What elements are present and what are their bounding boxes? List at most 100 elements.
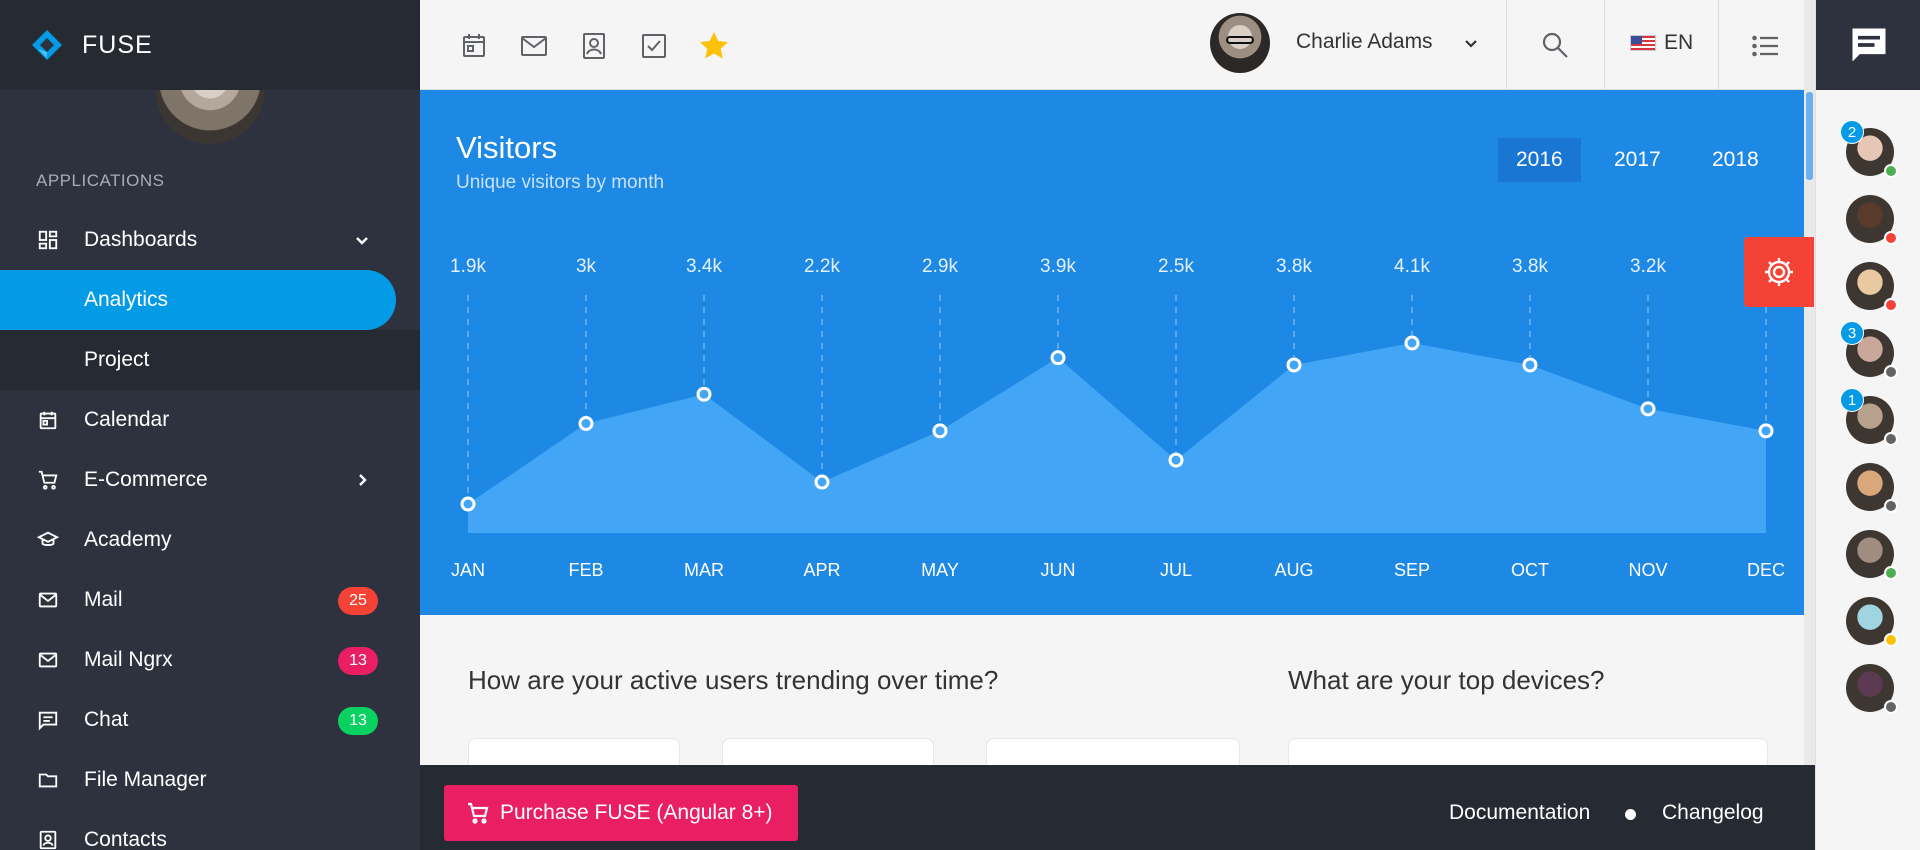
- quick-panel: 2 3 1: [1815, 0, 1920, 850]
- visitors-area: [468, 343, 1766, 533]
- top-devices-heading: What are your top devices?: [1288, 665, 1605, 695]
- chat-panel-toggle[interactable]: [1816, 0, 1920, 90]
- data-point[interactable]: [1522, 357, 1538, 373]
- documentation-link[interactable]: Documentation: [1449, 801, 1590, 825]
- contacts-icon[interactable]: [578, 30, 610, 62]
- sidebar-item-label: Project: [84, 348, 150, 371]
- unread-count-badge: 3: [1840, 321, 1864, 345]
- chat-icon: [36, 708, 60, 732]
- data-point[interactable]: [696, 386, 712, 402]
- scrollbar-thumb[interactable]: [1806, 92, 1813, 180]
- contact-avatar[interactable]: [1846, 262, 1898, 312]
- sidebar-nav: Dashboards Analytics Project Calendar E-…: [0, 210, 420, 850]
- sidebar-item-label: E-Commerce: [84, 468, 208, 491]
- x-tick-label: APR: [803, 560, 840, 580]
- status-indicator: [1884, 164, 1898, 178]
- sidebar-item-calendar[interactable]: Calendar: [0, 390, 420, 450]
- unread-count-badge: 1: [1840, 388, 1864, 412]
- data-point[interactable]: [460, 496, 476, 512]
- data-label: 3k: [576, 256, 597, 277]
- data-point[interactable]: [578, 416, 594, 431]
- calendar-icon[interactable]: [458, 30, 490, 62]
- footer: Purchase FUSE (Angular 8+) Documentation…: [420, 765, 1815, 850]
- year-button-2018[interactable]: 2018: [1694, 138, 1777, 182]
- contact-avatar[interactable]: 2: [1840, 120, 1898, 178]
- contact-avatar[interactable]: 1: [1840, 388, 1898, 446]
- sidebar-item-dashboards[interactable]: Dashboards: [0, 210, 420, 270]
- sidebar-item-label: Academy: [84, 528, 172, 551]
- search-icon[interactable]: [1540, 30, 1570, 60]
- settings-button[interactable]: [1744, 237, 1814, 307]
- contact-avatar[interactable]: 3: [1840, 321, 1898, 379]
- data-label: 2.2k: [804, 256, 840, 277]
- sidebar-item-label: Contacts: [84, 828, 167, 850]
- status-indicator: [1884, 499, 1898, 513]
- data-point[interactable]: [1640, 401, 1656, 417]
- purchase-button[interactable]: Purchase FUSE (Angular 8+): [444, 785, 798, 841]
- gear-icon: [1765, 258, 1793, 286]
- separator-dot: [1625, 809, 1636, 820]
- divider: [1506, 0, 1507, 90]
- active-users-heading: How are your active users trending over …: [468, 665, 999, 695]
- data-point[interactable]: [1168, 452, 1184, 468]
- fuse-logo-icon: [32, 30, 62, 60]
- x-tick-label: MAR: [684, 560, 724, 580]
- mail-icon: [36, 648, 60, 672]
- sidebar-item-file-manager[interactable]: File Manager: [0, 750, 420, 810]
- sidebar-item-mail[interactable]: Mail 25: [0, 570, 420, 630]
- year-button-2017[interactable]: 2017: [1596, 138, 1679, 182]
- mail-icon[interactable]: [518, 30, 550, 62]
- contact-avatar[interactable]: [1846, 195, 1898, 245]
- user-name[interactable]: Charlie Adams: [1296, 30, 1433, 54]
- calendar-icon: [36, 408, 60, 432]
- sidebar-item-mail-ngrx[interactable]: Mail Ngrx 13: [0, 630, 420, 690]
- x-tick-label: OCT: [1511, 560, 1549, 580]
- data-label: 3.8k: [1276, 256, 1312, 277]
- sidebar-item-label: Dashboards: [84, 228, 198, 251]
- contact-avatar[interactable]: [1846, 530, 1898, 580]
- status-indicator: [1884, 633, 1898, 647]
- sidebar-item-ecommerce[interactable]: E-Commerce: [0, 450, 420, 510]
- data-label: 3.9k: [1040, 256, 1076, 277]
- sidebar-item-academy[interactable]: Academy: [0, 510, 420, 570]
- star-icon[interactable]: [698, 30, 730, 62]
- data-point[interactable]: [932, 423, 948, 439]
- data-point[interactable]: [1050, 350, 1066, 366]
- list-menu-icon[interactable]: [1750, 30, 1782, 62]
- sidebar-item-label: Calendar: [84, 408, 170, 431]
- dashboard-icon: [36, 228, 60, 252]
- user-avatar[interactable]: [1210, 13, 1270, 73]
- x-tick-label: NOV: [1628, 560, 1667, 580]
- contact-avatar[interactable]: [1846, 463, 1898, 513]
- contact-avatar[interactable]: [1846, 597, 1898, 647]
- chevron-down-icon[interactable]: [1460, 32, 1482, 54]
- chart-subtitle: Unique visitors by month: [456, 172, 665, 193]
- status-indicator: [1884, 432, 1898, 446]
- data-point[interactable]: [1758, 423, 1774, 439]
- data-point[interactable]: [814, 474, 830, 490]
- sidebar-item-analytics[interactable]: Analytics: [0, 270, 396, 330]
- changelog-link[interactable]: Changelog: [1662, 801, 1764, 825]
- data-point[interactable]: [1404, 335, 1420, 351]
- chat-icon: [1852, 28, 1885, 62]
- contacts-icon: [36, 828, 60, 850]
- x-tick-label: AUG: [1274, 560, 1313, 580]
- sidebar-item-label: Mail: [84, 588, 123, 611]
- language-selector[interactable]: EN: [1664, 31, 1693, 55]
- us-flag-icon[interactable]: [1630, 35, 1656, 51]
- data-point[interactable]: [1286, 357, 1302, 373]
- x-tick-label: JUN: [1041, 560, 1076, 580]
- contact-avatar[interactable]: [1846, 664, 1898, 714]
- sidebar-item-contacts[interactable]: Contacts: [0, 810, 420, 850]
- status-indicator: [1884, 365, 1898, 379]
- visitors-panel: 1.9k JAN 3k FEB 3.4k MAR 2.2k APR 2.9k MAY 3.9k JUN…: [420, 90, 1804, 615]
- year-button-2016[interactable]: 2016: [1498, 138, 1581, 182]
- sidebar-item-project[interactable]: Project: [0, 330, 420, 390]
- data-label: 3.8k: [1512, 256, 1548, 277]
- school-icon: [36, 528, 60, 552]
- divider: [1604, 0, 1605, 90]
- sidebar-item-chat[interactable]: Chat 13: [0, 690, 420, 750]
- x-tick-label: FEB: [568, 560, 603, 580]
- sidebar-section-title: APPLICATIONS: [36, 171, 165, 190]
- todo-icon[interactable]: [638, 30, 670, 62]
